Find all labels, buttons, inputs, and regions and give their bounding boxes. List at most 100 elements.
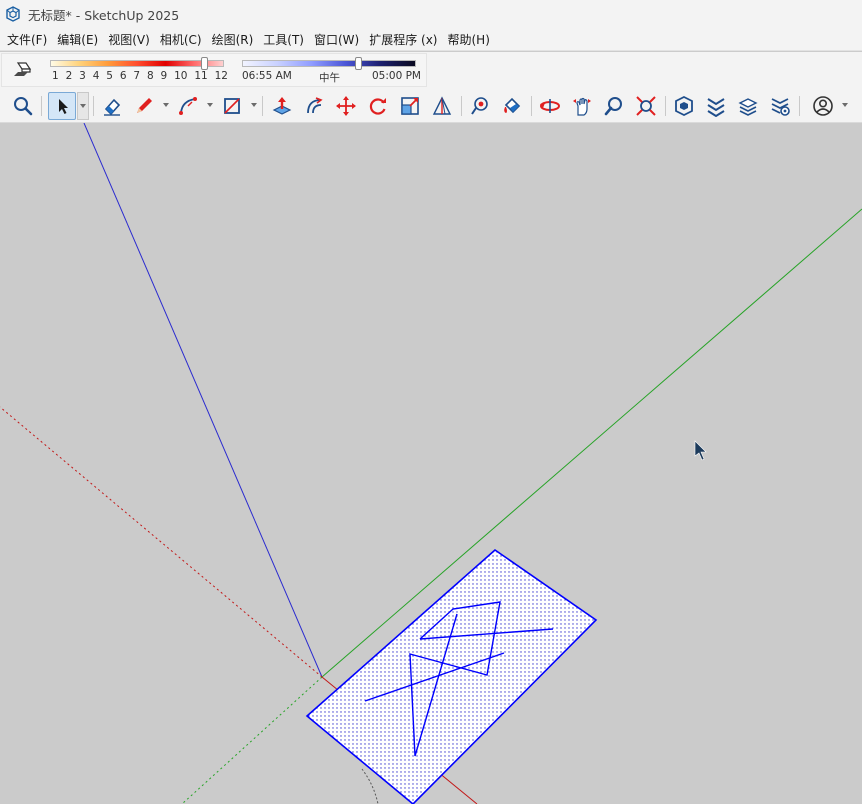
green-axis-negative — [181, 676, 323, 804]
toolbar-separator — [799, 96, 800, 116]
rectangle-tool-button[interactable] — [218, 92, 246, 120]
month-label: 7 — [133, 70, 141, 82]
arrow-cursor-icon — [59, 99, 68, 114]
menu-window[interactable]: 窗口(W) — [309, 31, 364, 48]
rotate-tool-button[interactable] — [364, 92, 392, 120]
zoom-icon — [604, 97, 622, 116]
offset-tool-button[interactable] — [300, 92, 328, 120]
zoom-window-tool-button[interactable] — [9, 92, 37, 120]
push-pull-icon — [272, 97, 292, 115]
orbit-tool-button[interactable] — [536, 92, 564, 120]
offset-icon — [307, 97, 323, 114]
paint-bucket-tool-button[interactable] — [498, 92, 526, 120]
time-start-label: 06:55 AM — [242, 70, 292, 82]
time-slider[interactable] — [242, 57, 416, 70]
extension-warehouse-button[interactable] — [702, 92, 730, 120]
month-label: 12 — [214, 70, 228, 82]
chevron-down-icon — [80, 104, 86, 108]
scale-icon — [401, 97, 419, 115]
arc-icon — [179, 97, 197, 115]
zoom-tool-button[interactable] — [600, 92, 628, 120]
menu-camera[interactable]: 相机(C) — [155, 31, 207, 48]
model-canvas[interactable] — [0, 123, 862, 804]
month-label: 4 — [92, 70, 100, 82]
push-pull-tool-button[interactable] — [268, 92, 296, 120]
shadow-settings-group: 1 2 3 4 5 6 7 8 9 10 11 12 06:55 AM 中午 0… — [1, 53, 427, 87]
month-labels: 1 2 3 4 5 6 7 8 9 10 11 12 — [52, 70, 228, 82]
extension-manager-button[interactable] — [766, 92, 794, 120]
month-label: 1 — [52, 70, 59, 82]
account-dropdown-icon[interactable] — [842, 103, 848, 107]
month-label: 6 — [119, 70, 127, 82]
follow-me-icon — [432, 96, 452, 115]
menu-help[interactable]: 帮助(H) — [442, 31, 494, 48]
rectangle-dropdown-icon[interactable] — [251, 103, 257, 107]
zoom-extents-tool-button[interactable] — [632, 92, 660, 120]
time-end-label: 05:00 PM — [372, 70, 421, 82]
month-slider-thumb[interactable] — [201, 57, 208, 70]
send-to-layout-button[interactable] — [734, 92, 762, 120]
drawing-area[interactable] — [0, 123, 862, 804]
large-tool-set — [0, 88, 862, 123]
selected-rectangle-face[interactable] — [305, 548, 598, 804]
menu-view[interactable]: 视图(V) — [103, 31, 155, 48]
tape-measure-tool-button[interactable] — [466, 92, 494, 120]
partial-arc-edge — [361, 768, 379, 804]
menu-edit[interactable]: 编辑(E) — [52, 31, 103, 48]
arc-tool-button[interactable] — [174, 92, 202, 120]
zoom-extents-icon — [636, 96, 656, 116]
orbit-icon — [540, 99, 560, 113]
follow-me-tool-button[interactable] — [428, 92, 456, 120]
toolbar-separator — [262, 96, 263, 116]
warehouse-button[interactable] — [670, 92, 698, 120]
tape-measure-icon — [471, 97, 488, 115]
pencil-tool-button[interactable] — [130, 92, 158, 120]
extension-manager-icon — [771, 98, 790, 116]
menu-draw[interactable]: 绘图(R) — [207, 31, 259, 48]
move-tool-button[interactable] — [332, 92, 360, 120]
move-icon — [336, 96, 356, 116]
month-label: 8 — [146, 70, 154, 82]
select-tool-dropdown[interactable] — [77, 92, 89, 120]
blue-axis-positive — [83, 123, 323, 678]
month-slider[interactable] — [50, 57, 224, 70]
account-button[interactable] — [809, 92, 837, 120]
month-label: 2 — [65, 70, 73, 82]
pencil-dropdown-icon[interactable] — [163, 103, 169, 107]
pan-tool-button[interactable] — [568, 92, 596, 120]
sketchup-logo-icon — [6, 6, 20, 22]
time-noon-label: 中午 — [319, 72, 340, 84]
month-label: 10 — [174, 70, 188, 82]
toolbar-separator — [41, 96, 42, 116]
mouse-pointer-icon — [694, 440, 707, 461]
month-label: 9 — [160, 70, 168, 82]
user-account-icon — [813, 96, 833, 116]
time-slider-thumb[interactable] — [355, 57, 363, 70]
month-label: 3 — [79, 70, 86, 82]
3d-warehouse-icon — [675, 95, 693, 117]
eraser-icon — [104, 98, 121, 116]
scale-tool-button[interactable] — [396, 92, 424, 120]
rotate-icon — [369, 98, 386, 115]
window-title: 无标题* - SketchUp 2025 — [28, 7, 180, 23]
month-label: 5 — [106, 70, 113, 82]
green-axis-positive — [321, 208, 862, 678]
extension-warehouse-icon — [707, 98, 725, 117]
menu-file[interactable]: 文件(F) — [2, 31, 52, 48]
shadow-toggle-icon[interactable] — [12, 60, 36, 80]
toolbar-separator — [665, 96, 666, 116]
title-bar: 无标题* - SketchUp 2025 — [0, 0, 862, 28]
menu-tools[interactable]: 工具(T) — [258, 31, 309, 48]
paint-bucket-icon — [504, 97, 521, 114]
arc-dropdown-icon[interactable] — [207, 103, 213, 107]
pencil-icon — [137, 98, 152, 113]
pan-hand-icon — [573, 97, 591, 116]
toolbar-separator — [461, 96, 462, 116]
month-label: 11 — [194, 70, 208, 82]
toolbar-separator — [93, 96, 94, 116]
rectangle-icon — [224, 98, 240, 114]
menu-bar: 文件(F) 编辑(E) 视图(V) 相机(C) 绘图(R) 工具(T) 窗口(W… — [0, 28, 862, 51]
eraser-tool-button[interactable] — [98, 92, 126, 120]
menu-extensions[interactable]: 扩展程序 (x) — [364, 31, 442, 48]
select-tool-button[interactable] — [48, 92, 76, 120]
